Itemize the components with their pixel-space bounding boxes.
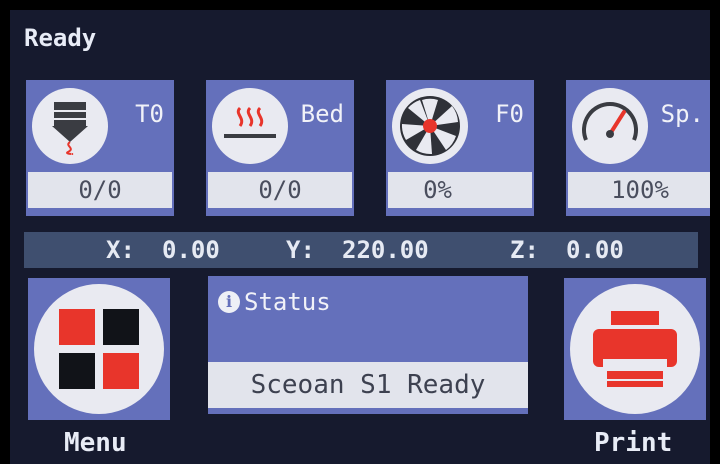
position-readout: X: 0.00 Y: 220.00 Z: 0.00 <box>24 232 698 268</box>
status-heading: i Status <box>218 288 331 316</box>
bed-temp-value: 0/0 <box>208 172 352 208</box>
hotend-temp-tile[interactable]: T0 0/0 <box>26 80 174 216</box>
info-icon: i <box>218 291 240 313</box>
menu-grid-icon <box>34 284 164 414</box>
speed-gauge-icon <box>572 88 648 164</box>
hotend-temp-value: 0/0 <box>28 172 172 208</box>
print-button[interactable] <box>564 278 706 420</box>
nozzle-icon <box>32 88 108 164</box>
status-title-text: Status <box>244 288 331 316</box>
x-axis-value: 0.00 <box>162 236 220 264</box>
fan-tile[interactable]: F0 0% <box>386 80 534 216</box>
z-axis-value: 0.00 <box>566 236 624 264</box>
printer-icon <box>570 284 700 414</box>
print-speed-value: 100% <box>568 172 710 208</box>
bed-temp-tile[interactable]: Bed 0/0 <box>206 80 354 216</box>
x-axis-label: X: <box>106 236 135 264</box>
heated-bed-icon <box>212 88 288 164</box>
print-button-label[interactable]: Print <box>594 428 672 458</box>
status-panel: i Status Sceoan S1 Ready <box>208 276 528 414</box>
printer-screen: Ready T0 0/0 Bed 0/0 F0 0% Sp. 100% X: 0… <box>10 10 710 464</box>
y-axis-value: 220.00 <box>342 236 429 264</box>
status-message: Sceoan S1 Ready <box>208 362 528 408</box>
tile-label-t0: T0 <box>135 100 164 128</box>
z-axis-label: Z: <box>510 236 539 264</box>
fan-icon <box>392 88 468 164</box>
fan-speed-value: 0% <box>388 172 532 208</box>
menu-button[interactable] <box>28 278 170 420</box>
printer-state-title: Ready <box>24 24 97 52</box>
tile-label-bed: Bed <box>300 100 344 128</box>
y-axis-label: Y: <box>286 236 315 264</box>
tile-label-speed: Sp. <box>660 100 704 128</box>
speed-tile[interactable]: Sp. 100% <box>566 80 710 216</box>
tile-label-f0: F0 <box>495 100 524 128</box>
menu-button-label[interactable]: Menu <box>64 428 127 458</box>
